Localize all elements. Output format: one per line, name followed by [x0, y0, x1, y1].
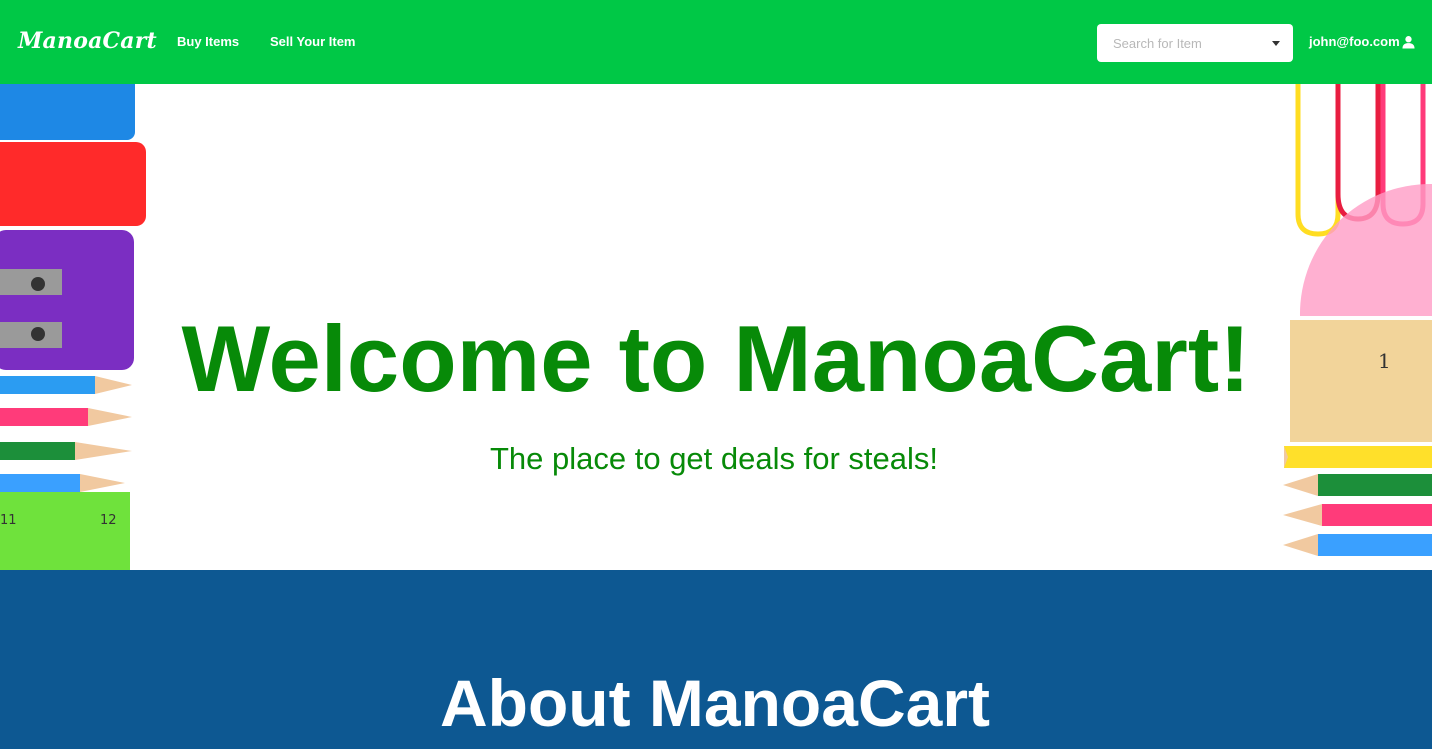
user-email: john@foo.com [1309, 34, 1400, 49]
about-title: About ManoaCart [440, 666, 990, 740]
user-menu[interactable]: john@foo.com [1309, 34, 1415, 49]
about-section: About ManoaCart [0, 570, 1432, 749]
top-navbar: ManoaCart Buy Items Sell Your Item john@… [0, 0, 1432, 84]
search-dropdown[interactable] [1097, 24, 1293, 62]
nav-sell-your-item[interactable]: Sell Your Item [270, 34, 356, 49]
hero-subtitle: The place to get deals for steals! [489, 441, 939, 476]
svg-text:11: 11 [0, 513, 17, 528]
caret-down-icon[interactable] [1272, 41, 1280, 46]
nav-buy-items[interactable]: Buy Items [177, 34, 239, 49]
user-icon [1402, 35, 1415, 48]
search-input[interactable] [1113, 35, 1263, 51]
hero-title: Welcome to ManoaCart! [181, 306, 1251, 411]
brand-logo-link[interactable]: ManoaCart [18, 28, 157, 54]
hero-banner: 11 12 1 Welcome to ManoaCart! The place … [0, 84, 1432, 570]
svg-text:12: 12 [100, 513, 117, 528]
